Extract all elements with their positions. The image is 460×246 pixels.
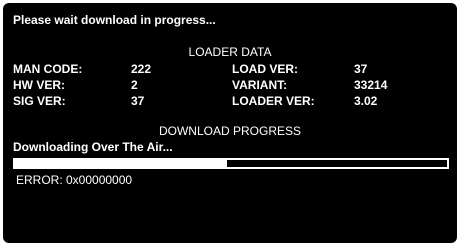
download-status: Downloading Over The Air... [13,140,173,154]
load-ver-value: 37 [354,62,368,76]
download-screen: Please wait download in progress... LOAD… [3,3,457,243]
sig-ver-value: 37 [131,94,145,108]
hw-ver-value: 2 [131,78,138,92]
status-message: Please wait download in progress... [13,13,216,27]
loader-ver-label: LOADER VER: [232,94,315,108]
sig-ver-label: SIG VER: [13,94,66,108]
progress-bar [13,158,449,169]
variant-value: 33214 [354,78,388,92]
error-code: ERROR: 0x00000000 [16,173,133,187]
progress-bar-fill [15,160,227,167]
load-ver-label: LOAD VER: [232,62,298,76]
hw-ver-label: HW VER: [13,78,65,92]
download-progress-heading: DOWNLOAD PROGRESS [158,124,302,138]
man-code-label: MAN CODE: [13,62,83,76]
loader-ver-value: 3.02 [354,94,378,108]
man-code-value: 222 [131,62,152,76]
variant-label: VARIANT: [232,78,288,92]
loader-data-heading: LOADER DATA [188,45,272,59]
